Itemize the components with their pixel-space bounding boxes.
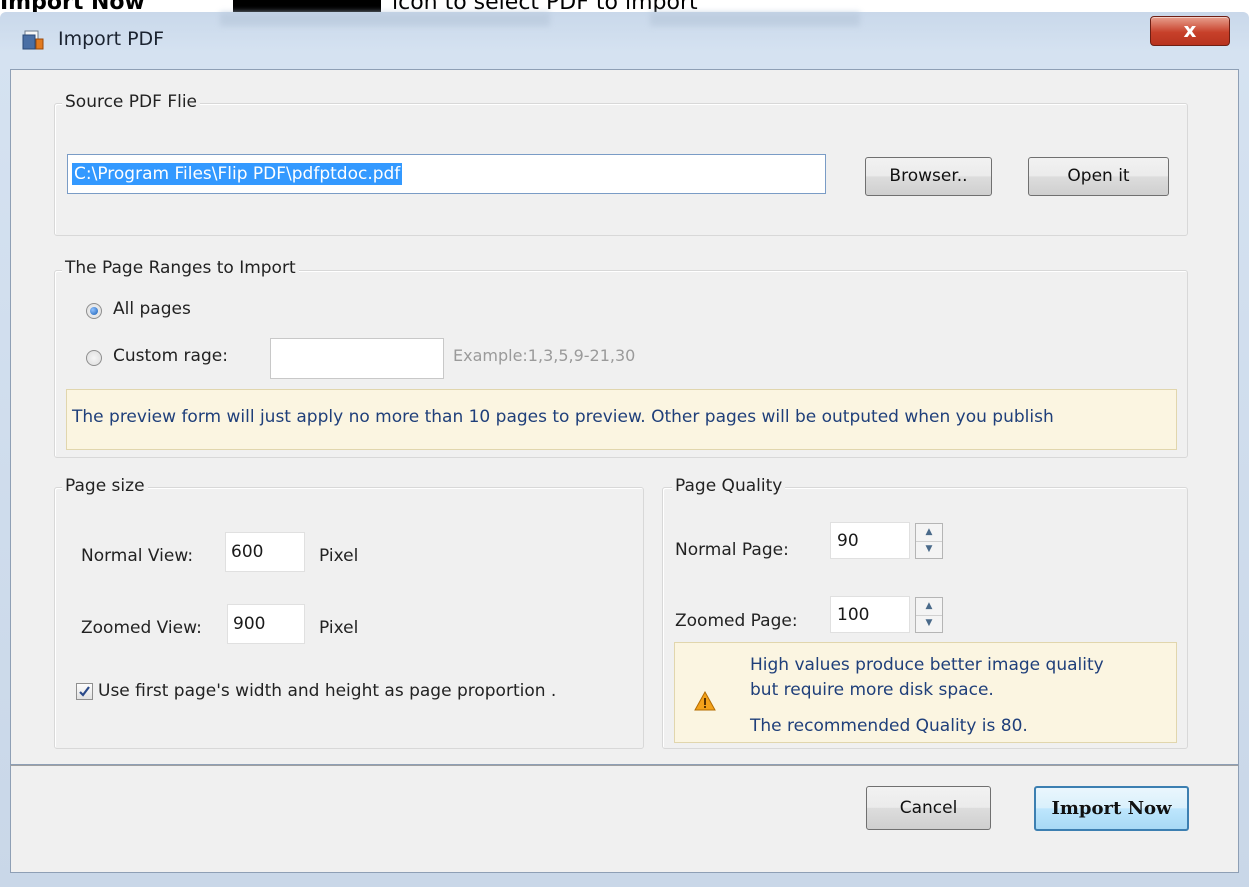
page-quality-legend: Page Quality: [672, 476, 786, 496]
page-size-legend: Page size: [62, 476, 148, 496]
normal-page-label: Normal Page:: [675, 540, 789, 560]
cancel-button[interactable]: Cancel: [866, 786, 991, 830]
zoomed-view-label: Zoomed View:: [81, 618, 202, 638]
titlebar-blur: [650, 12, 860, 26]
zoomed-page-input[interactable]: 100: [830, 596, 910, 633]
zoomed-page-label: Zoomed Page:: [675, 611, 798, 631]
browse-button[interactable]: Browser..: [865, 157, 992, 196]
window-title: Import PDF: [58, 28, 165, 50]
quality-note-line1: High values produce better image quality: [750, 655, 1104, 675]
custom-range-input[interactable]: [270, 338, 444, 379]
spin-up-icon[interactable]: ▲: [916, 598, 942, 616]
checkmark-icon: [79, 686, 90, 697]
source-path-value: C:\Program Files\Flip PDF\pdfptdoc.pdf: [72, 163, 403, 185]
spin-up-icon[interactable]: ▲: [916, 524, 942, 542]
proportion-checkbox[interactable]: [76, 683, 93, 700]
custom-range-example: Example:1,3,5,9-21,30: [453, 346, 636, 365]
proportion-label[interactable]: Use first page's width and height as pag…: [98, 681, 556, 701]
page-ranges-legend: The Page Ranges to Import: [62, 258, 299, 278]
spin-down-icon[interactable]: ▼: [916, 541, 942, 558]
close-button[interactable]: x: [1150, 16, 1230, 46]
source-pdf-legend: Source PDF Flie: [62, 92, 200, 112]
quality-note-line3: The recommended Quality is 80.: [750, 716, 1028, 736]
zoomed-view-input[interactable]: 900: [227, 604, 305, 644]
quality-note-line2: but require more disk space.: [750, 680, 994, 700]
app-pdf-icon: [22, 29, 44, 51]
preview-info-text: The preview form will just apply no more…: [72, 407, 1054, 427]
custom-range-label[interactable]: Custom rage:: [113, 346, 228, 366]
close-icon: x: [1183, 18, 1197, 42]
spin-down-icon[interactable]: ▼: [916, 615, 942, 632]
all-pages-label[interactable]: All pages: [113, 299, 191, 319]
open-it-button[interactable]: Open it: [1028, 157, 1169, 196]
normal-view-label: Normal View:: [81, 546, 194, 566]
source-path-input[interactable]: C:\Program Files\Flip PDF\pdfptdoc.pdf: [67, 154, 826, 194]
zoomed-view-unit: Pixel: [319, 618, 359, 638]
cancel-button-label: Cancel: [899, 798, 958, 818]
preview-info-box: The preview form will just apply no more…: [66, 389, 1177, 450]
import-now-button-label: Import Now: [1051, 798, 1172, 819]
normal-page-spinner[interactable]: ▲ ▼: [915, 523, 943, 559]
all-pages-radio[interactable]: [86, 303, 102, 319]
warning-icon: [694, 691, 716, 711]
custom-range-radio[interactable]: [86, 350, 102, 366]
normal-page-input[interactable]: 90: [830, 522, 910, 559]
quality-warning-box: High values produce better image quality…: [674, 642, 1177, 743]
import-now-button[interactable]: Import Now: [1034, 786, 1189, 831]
browse-button-label: Browser..: [889, 166, 968, 186]
open-it-button-label: Open it: [1067, 166, 1130, 186]
normal-view-input[interactable]: 600: [225, 532, 305, 572]
normal-view-unit: Pixel: [319, 546, 359, 566]
titlebar-blur: [220, 12, 550, 26]
zoomed-page-spinner[interactable]: ▲ ▼: [915, 597, 943, 633]
